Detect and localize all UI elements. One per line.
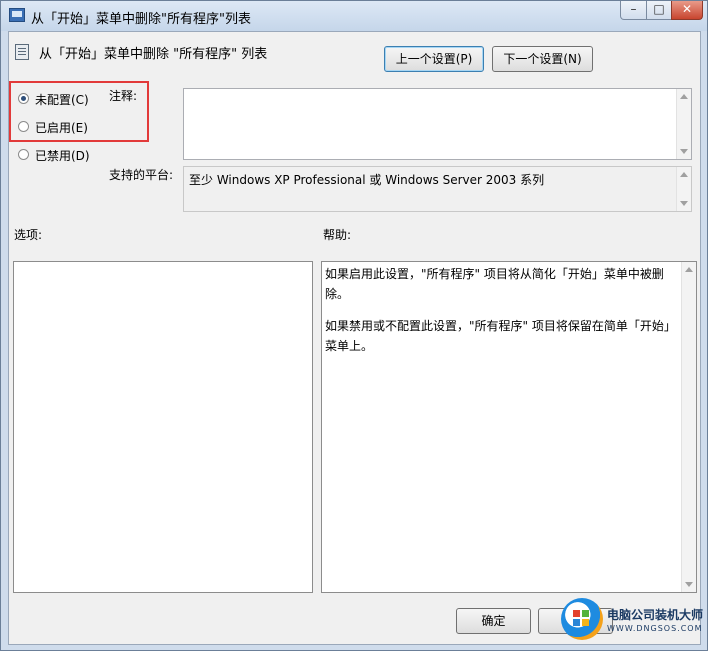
supported-platform-value: 至少 Windows XP Professional 或 Windows Ser… <box>189 173 545 187</box>
options-pane[interactable] <box>13 261 313 593</box>
platform-scrollbar[interactable] <box>676 167 691 211</box>
options-label: 选项: <box>14 228 43 242</box>
supported-platform-box: 至少 Windows XP Professional 或 Windows Ser… <box>183 166 692 212</box>
minimize-button[interactable]: – <box>620 1 647 20</box>
radio-label: 已禁用(D) <box>35 149 90 163</box>
radio-button[interactable] <box>18 121 29 132</box>
radio-button[interactable] <box>18 149 29 160</box>
policy-heading: 从「开始」菜单中删除 "所有程序" 列表 <box>39 47 268 62</box>
supported-platform-label: 支持的平台: <box>109 168 174 182</box>
radio-button[interactable] <box>18 93 29 104</box>
maximize-button[interactable]: □ <box>646 1 672 20</box>
dialog-client-area: 从「开始」菜单中删除 "所有程序" 列表 上一个设置(P) 下一个设置(N) 未… <box>8 31 701 645</box>
close-button[interactable]: ✕ <box>671 1 703 20</box>
policy-dialog-window: 从「开始」菜单中删除"所有程序"列表 – □ ✕ 从「开始」菜单中删除 "所有程… <box>0 0 708 651</box>
watermark-url: WWW.DNGSOS.COM <box>607 624 703 633</box>
comment-textarea[interactable] <box>183 88 692 160</box>
scroll-down-arrow-icon[interactable] <box>680 201 688 206</box>
comment-scrollbar[interactable] <box>676 89 691 159</box>
radio-label: 已启用(E) <box>35 121 88 135</box>
help-text: 如果启用此设置，"所有程序" 项目将从简化「开始」菜单中被删除。 如果禁用或不配… <box>325 264 678 368</box>
help-label: 帮助: <box>323 228 352 242</box>
next-setting-button[interactable]: 下一个设置(N) <box>492 46 593 72</box>
scroll-up-arrow-icon[interactable] <box>685 267 693 272</box>
help-scrollbar[interactable] <box>681 262 696 592</box>
scroll-up-arrow-icon[interactable] <box>680 172 688 177</box>
help-paragraph-enabled: 如果启用此设置，"所有程序" 项目将从简化「开始」菜单中被删除。 <box>325 267 664 301</box>
help-pane[interactable]: 如果启用此设置，"所有程序" 项目将从简化「开始」菜单中被删除。 如果禁用或不配… <box>321 261 697 593</box>
previous-setting-button[interactable]: 上一个设置(P) <box>384 46 484 72</box>
help-paragraph-disabled: 如果禁用或不配置此设置，"所有程序" 项目将保留在简单「开始」菜单上。 <box>325 319 676 353</box>
window-title: 从「开始」菜单中删除"所有程序"列表 <box>31 12 251 27</box>
comment-label: 注释: <box>109 89 138 103</box>
ok-button[interactable]: 确定 <box>456 608 531 634</box>
title-bar: 从「开始」菜单中删除"所有程序"列表 – □ ✕ <box>1 1 707 31</box>
watermark-name: 电脑公司装机大师 <box>607 608 704 622</box>
radio-label: 未配置(C) <box>35 93 89 107</box>
scroll-down-arrow-icon[interactable] <box>685 582 693 587</box>
scroll-up-arrow-icon[interactable] <box>680 94 688 99</box>
scroll-down-arrow-icon[interactable] <box>680 149 688 154</box>
policy-setting-icon <box>15 44 29 60</box>
policy-window-icon <box>9 8 25 22</box>
windows-logo-icon <box>573 610 589 626</box>
watermark-logo: 电脑公司装机大师 WWW.DNGSOS.COM <box>557 594 707 650</box>
